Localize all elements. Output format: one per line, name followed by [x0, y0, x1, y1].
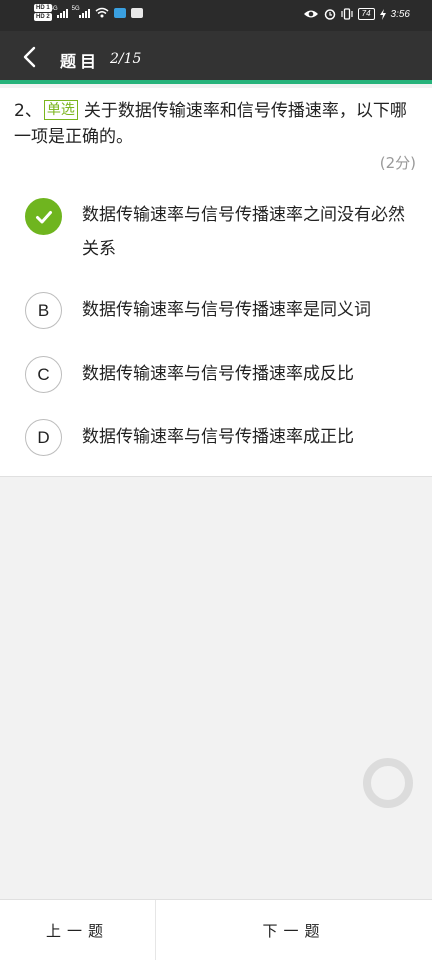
wifi-icon: [95, 7, 109, 18]
question-progress: 2/15: [110, 51, 142, 67]
checkmark-icon: [35, 210, 52, 223]
next-question-button[interactable]: 下一题: [156, 900, 432, 960]
eye-icon: [303, 10, 318, 18]
signal-4g-icon: 4G: [50, 6, 68, 18]
option-a-text: 数据传输速率与信号传播速率之间没有必然关系: [82, 205, 405, 259]
option-b-text: 数据传输速率与信号传播速率是同义词: [82, 300, 371, 320]
question-number: 2、: [14, 101, 42, 121]
question-score: (2分): [379, 154, 416, 172]
battery-icon: 74: [357, 8, 375, 20]
question-card: 2、 单选 关于数据传输速率和信号传播速率，以下哪一项是正确的。 (2分) 数据传输…: [0, 88, 432, 477]
status-bar: HD 1 HD 2 4G 5G 74 3:56: [0, 0, 432, 31]
option-d[interactable]: D 数据传输速率与信号传播速率成正比: [0, 419, 432, 459]
vibrate-icon: [341, 8, 353, 20]
option-d-radio[interactable]: D: [25, 419, 62, 456]
charging-icon: [379, 8, 386, 20]
question-type-badge: 单选: [43, 100, 78, 120]
question-stem: 2、 单选 关于数据传输速率和信号传播速率，以下哪一项是正确的。: [14, 98, 414, 150]
bottom-nav: 上一题 下一题: [0, 899, 432, 960]
net2-label: 5G: [71, 5, 80, 12]
option-a[interactable]: 数据传输速率与信号传播速率之间没有必然关系: [0, 196, 432, 270]
header: 题目 2/15: [0, 31, 432, 84]
back-button[interactable]: [18, 45, 42, 69]
status-bar-right: 74 3:56: [303, 8, 410, 20]
option-a-radio[interactable]: [25, 198, 62, 235]
status-bar-left: HD 1 HD 2 4G 5G: [34, 4, 143, 21]
clock: 3:56: [390, 8, 410, 20]
app-notification-icon: [130, 7, 143, 18]
option-c-text: 数据传输速率与信号传播速率成反比: [82, 364, 354, 384]
signal-5g-icon: 5G: [72, 6, 90, 18]
prev-question-button[interactable]: 上一题: [0, 900, 156, 960]
page-title: 题目: [60, 52, 101, 71]
alarm-icon: [324, 9, 335, 20]
option-c[interactable]: C 数据传输速率与信号传播速率成反比: [0, 356, 432, 396]
app-notification-icon: [113, 7, 126, 18]
option-b[interactable]: B 数据传输速率与信号传播速率是同义词: [0, 292, 432, 332]
sim2-label: HD 2: [34, 13, 52, 21]
floating-assist-button[interactable]: [363, 758, 413, 808]
option-b-radio[interactable]: B: [25, 292, 62, 329]
net1-label: 4G: [49, 5, 58, 12]
option-c-radio[interactable]: C: [25, 356, 62, 393]
chevron-left-icon[interactable]: [18, 45, 42, 69]
option-d-text: 数据传输速率与信号传播速率成正比: [82, 427, 354, 447]
